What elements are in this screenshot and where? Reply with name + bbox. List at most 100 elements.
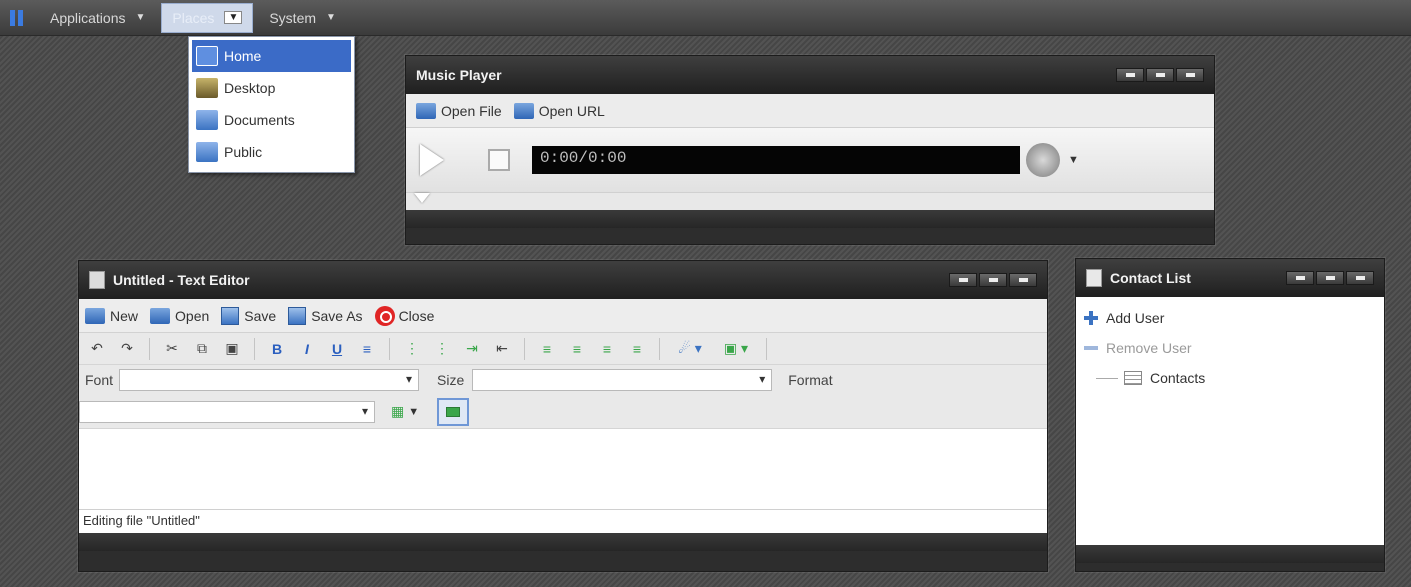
- font-select[interactable]: [119, 369, 420, 391]
- applications-menu-label: Applications: [50, 9, 126, 26]
- window-controls: [1116, 68, 1204, 82]
- time-display: 0:00/0:00: [532, 146, 1020, 174]
- close-button[interactable]: [1009, 273, 1037, 287]
- remove-user-button[interactable]: Remove User: [1084, 333, 1376, 363]
- paste-icon[interactable]: ▣: [220, 338, 244, 360]
- align-justify-icon[interactable]: ≡: [625, 338, 649, 360]
- public-folder-icon: [196, 142, 218, 162]
- volume-icon[interactable]: [1026, 143, 1060, 177]
- format-label: Format: [788, 372, 833, 388]
- tree-item-contacts[interactable]: Contacts: [1084, 363, 1376, 393]
- indent-icon[interactable]: ⇥: [460, 338, 484, 360]
- editor-status-bar: Editing file "Untitled": [79, 509, 1047, 533]
- places-item-documents[interactable]: Documents: [192, 104, 351, 136]
- bullet-list-icon[interactable]: ⋮: [430, 338, 454, 360]
- text-color-icon: ▦: [391, 403, 405, 419]
- places-menu-label: Places: [172, 9, 215, 26]
- window-title: Untitled - Text Editor: [113, 272, 250, 288]
- text-editor-titlebar[interactable]: Untitled - Text Editor: [79, 261, 1047, 299]
- editor-text-area[interactable]: [79, 429, 1047, 509]
- remove-user-label: Remove User: [1106, 340, 1192, 356]
- top-panel: Applications ▼ Places ▼ System ▼: [0, 0, 1411, 36]
- chevron-down-icon: ▼: [326, 12, 336, 23]
- window-title: Music Player: [416, 67, 502, 83]
- chevron-down-icon[interactable]: ▼: [1068, 154, 1079, 166]
- system-menu[interactable]: System ▼: [259, 3, 346, 33]
- contacts-label: Contacts: [1150, 370, 1206, 386]
- maximize-button[interactable]: [1146, 68, 1174, 82]
- underline-button[interactable]: U: [325, 338, 349, 360]
- desktop-icon: [196, 78, 218, 98]
- places-dropdown: Home Desktop Documents Public: [188, 36, 355, 173]
- places-item-home[interactable]: Home: [192, 40, 351, 72]
- play-icon[interactable]: [420, 144, 444, 176]
- open-url-button[interactable]: Open URL: [513, 102, 605, 119]
- copy-icon[interactable]: ⧉: [190, 338, 214, 360]
- redo-icon[interactable]: ↷: [115, 338, 139, 360]
- save-as-button[interactable]: Save As: [288, 306, 363, 325]
- cut-icon[interactable]: ✂: [160, 338, 184, 360]
- foot-logo-icon[interactable]: [10, 8, 32, 28]
- text-color-picker[interactable]: ▦ ▼: [391, 403, 419, 420]
- text-editor-body: New Open Save Save As Close ↶ ↷ ✂ ⧉ ▣ B …: [79, 299, 1047, 533]
- align-left-icon[interactable]: ≡: [535, 338, 559, 360]
- add-user-label: Add User: [1106, 310, 1165, 326]
- maximize-button[interactable]: [979, 273, 1007, 287]
- window-controls: [949, 273, 1037, 287]
- size-label: Size: [437, 372, 465, 388]
- minimize-button[interactable]: [949, 273, 977, 287]
- add-icon: [1084, 311, 1098, 325]
- contact-list-titlebar[interactable]: Contact List: [1076, 259, 1384, 297]
- applications-menu[interactable]: Applications ▼: [40, 3, 155, 33]
- close-button[interactable]: [1346, 271, 1374, 285]
- open-label: Open: [175, 307, 210, 324]
- document-icon: [89, 271, 105, 289]
- places-menu[interactable]: Places ▼: [161, 2, 254, 33]
- window-footer: [79, 533, 1047, 551]
- italic-button[interactable]: I: [295, 338, 319, 360]
- open-file-button[interactable]: Open File: [416, 102, 502, 119]
- stop-icon[interactable]: [488, 149, 510, 171]
- align-center-icon[interactable]: ≡: [565, 338, 589, 360]
- close-button[interactable]: [1176, 68, 1204, 82]
- places-item-public[interactable]: Public: [192, 136, 351, 168]
- numbered-list-icon[interactable]: ⋮: [400, 338, 424, 360]
- save-as-label: Save As: [311, 307, 363, 324]
- close-document-button[interactable]: Close: [374, 305, 434, 326]
- open-button[interactable]: Open: [150, 307, 210, 324]
- save-button[interactable]: Save: [221, 306, 277, 325]
- close-icon: [374, 305, 395, 326]
- places-item-desktop[interactable]: Desktop: [192, 72, 351, 104]
- bold-button[interactable]: B: [265, 338, 289, 360]
- file-toolbar: New Open Save Save As Close: [79, 299, 1047, 333]
- source-icon: [446, 406, 461, 417]
- new-button[interactable]: New: [85, 307, 138, 324]
- font-row: Font Size Format: [79, 365, 1047, 395]
- maximize-button[interactable]: [1316, 271, 1344, 285]
- format-row: ▦ ▼: [79, 395, 1047, 429]
- save-label: Save: [244, 307, 277, 324]
- minimize-button[interactable]: [1286, 271, 1314, 285]
- add-user-button[interactable]: Add User: [1084, 303, 1376, 333]
- insert-link-icon[interactable]: ☄ ▾: [670, 338, 710, 360]
- seek-handle[interactable]: [414, 193, 430, 203]
- outdent-icon[interactable]: ⇤: [490, 338, 514, 360]
- places-item-label: Desktop: [224, 80, 276, 96]
- size-select[interactable]: [472, 369, 773, 391]
- music-player-titlebar[interactable]: Music Player: [406, 56, 1214, 94]
- format-select[interactable]: [79, 400, 375, 423]
- new-file-icon: [85, 307, 105, 324]
- music-player-toolbar: Open File Open URL: [406, 94, 1214, 128]
- undo-icon[interactable]: ↶: [85, 338, 109, 360]
- playback-controls: 0:00/0:00 ▼: [406, 128, 1214, 192]
- insert-image-icon[interactable]: ▣ ▾: [716, 338, 756, 360]
- seek-slider[interactable]: [406, 192, 1214, 210]
- places-item-label: Documents: [224, 112, 295, 128]
- separator: [389, 337, 390, 360]
- source-view-button[interactable]: [437, 397, 470, 426]
- align-right-icon[interactable]: ≡: [595, 338, 619, 360]
- separator: [254, 337, 255, 360]
- open-file-label: Open File: [441, 102, 502, 119]
- strikethrough-icon[interactable]: ≡: [355, 338, 379, 360]
- minimize-button[interactable]: [1116, 68, 1144, 82]
